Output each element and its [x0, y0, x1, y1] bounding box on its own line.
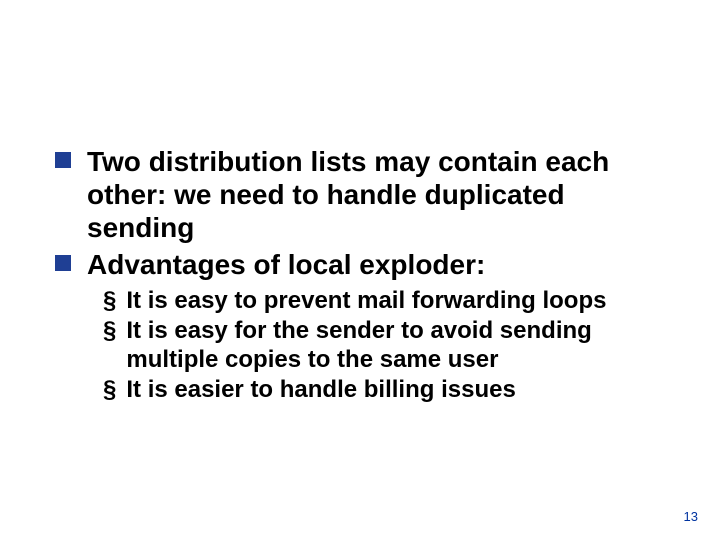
list-item-text: Advantages of local exploder: [87, 248, 665, 281]
section-mark-icon: § [103, 317, 116, 345]
slide-content: Two distribution lists may contain each … [55, 145, 665, 406]
sub-list-item-text: It is easier to handle billing issues [126, 376, 665, 404]
sub-list-item: § It is easier to handle billing issues [103, 376, 665, 404]
section-mark-icon: § [103, 287, 116, 315]
list-item: Two distribution lists may contain each … [55, 145, 665, 244]
sub-list-item: § It is easy to prevent mail forwarding … [103, 287, 665, 315]
page-number: 13 [684, 509, 698, 524]
sub-list-item-text: It is easy for the sender to avoid sendi… [126, 317, 665, 374]
sub-list: § It is easy to prevent mail forwarding … [103, 287, 665, 404]
sub-list-item: § It is easy for the sender to avoid sen… [103, 317, 665, 374]
square-bullet-icon [55, 255, 71, 271]
slide: Two distribution lists may contain each … [0, 0, 720, 540]
section-mark-icon: § [103, 376, 116, 404]
list-item: Advantages of local exploder: [55, 248, 665, 281]
square-bullet-icon [55, 152, 71, 168]
sub-list-item-text: It is easy to prevent mail forwarding lo… [126, 287, 665, 315]
list-item-text: Two distribution lists may contain each … [87, 145, 665, 244]
